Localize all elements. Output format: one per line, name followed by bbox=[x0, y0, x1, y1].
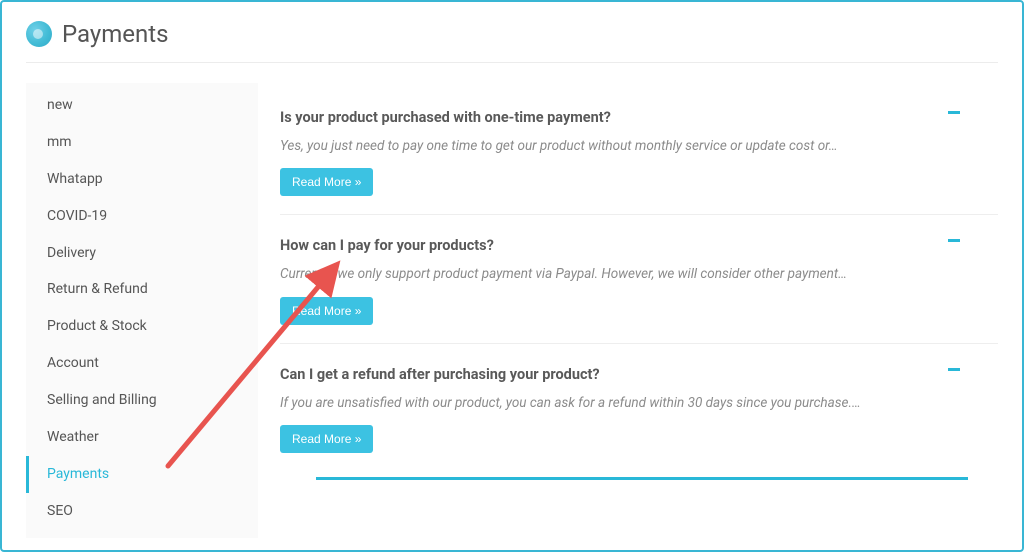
faq-question[interactable]: How can I pay for your products? bbox=[280, 237, 998, 254]
read-more-button[interactable]: Read More » bbox=[280, 168, 373, 196]
faq-answer-preview: Currently, we only support product payme… bbox=[280, 264, 998, 284]
collapse-minus-icon[interactable] bbox=[948, 111, 960, 114]
collapse-minus-icon[interactable] bbox=[948, 239, 960, 242]
sidebar-item-whatapp[interactable]: Whatapp bbox=[26, 161, 258, 198]
sidebar-item-payments[interactable]: Payments bbox=[26, 456, 258, 493]
sidebar-item-return-refund[interactable]: Return & Refund bbox=[26, 271, 258, 308]
sidebar-item-mm[interactable]: mm bbox=[26, 124, 258, 161]
read-more-button[interactable]: Read More » bbox=[280, 297, 373, 325]
content-layout: new mm Whatapp COVID-19 Delivery Return … bbox=[26, 83, 998, 538]
payments-category-icon bbox=[26, 21, 52, 47]
faq-item: Is your product purchased with one-time … bbox=[280, 109, 998, 215]
sidebar-item-product-stock[interactable]: Product & Stock bbox=[26, 308, 258, 345]
sidebar-item-weather[interactable]: Weather bbox=[26, 419, 258, 456]
faq-item: Can I get a refund after purchasing your… bbox=[280, 366, 998, 471]
page-header: Payments bbox=[26, 20, 998, 63]
sidebar-item-seo[interactable]: SEO bbox=[26, 493, 258, 530]
faq-main-panel: Is your product purchased with one-time … bbox=[280, 83, 998, 538]
faq-question[interactable]: Can I get a refund after purchasing your… bbox=[280, 366, 998, 383]
bottom-accent-bar bbox=[316, 477, 968, 480]
read-more-button[interactable]: Read More » bbox=[280, 425, 373, 453]
app-frame: Payments new mm Whatapp COVID-19 Deliver… bbox=[0, 0, 1024, 552]
faq-question[interactable]: Is your product purchased with one-time … bbox=[280, 109, 998, 126]
sidebar-item-delivery[interactable]: Delivery bbox=[26, 235, 258, 272]
faq-answer-preview: Yes, you just need to pay one time to ge… bbox=[280, 136, 998, 156]
sidebar-item-selling-billing[interactable]: Selling and Billing bbox=[26, 382, 258, 419]
category-sidebar: new mm Whatapp COVID-19 Delivery Return … bbox=[26, 83, 258, 538]
collapse-minus-icon[interactable] bbox=[948, 368, 960, 371]
faq-answer-preview: If you are unsatisfied with our product,… bbox=[280, 393, 998, 413]
sidebar-item-covid-19[interactable]: COVID-19 bbox=[26, 198, 258, 235]
sidebar-item-account[interactable]: Account bbox=[26, 345, 258, 382]
sidebar-item-new[interactable]: new bbox=[26, 87, 258, 124]
faq-item: How can I pay for your products? Current… bbox=[280, 237, 998, 343]
page-title: Payments bbox=[62, 20, 169, 48]
